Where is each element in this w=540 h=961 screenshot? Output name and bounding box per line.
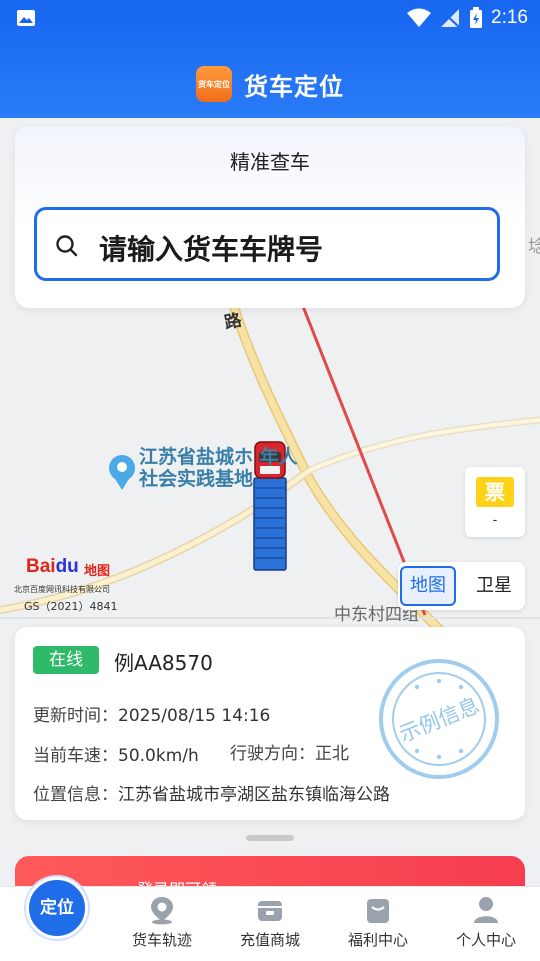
nav-label-track: 货车轨迹 bbox=[131, 931, 192, 949]
ticket-value: - bbox=[492, 513, 498, 528]
app-title-row: 货车定位 货车定位 bbox=[0, 62, 540, 106]
baidu-map-logo: Baidu 地图 北京百度网讯科技有限公司 GS（2021）4841 bbox=[14, 548, 134, 614]
baidu-brand-du: du bbox=[55, 556, 79, 577]
user-icon bbox=[474, 897, 498, 923]
status-right: 2:16 bbox=[407, 6, 528, 30]
search-placeholder: 请输入货车车牌号 bbox=[99, 233, 324, 266]
nav-label-shop: 充值商城 bbox=[239, 931, 300, 949]
ticket-icon: 票 bbox=[476, 477, 514, 507]
battery-icon bbox=[470, 7, 483, 28]
layer-satellite-button[interactable]: 卫星 bbox=[466, 566, 522, 606]
map-poi-line1: 江苏省盐城ホ 年人 bbox=[139, 446, 298, 468]
nav-label-welfare: 福利中心 bbox=[347, 931, 408, 949]
direction-label: 行驶方向： bbox=[230, 744, 315, 764]
location-label: 位置信息： bbox=[33, 785, 118, 805]
speed-row: 当前车速：50.0km/h bbox=[33, 741, 199, 766]
map-poi-label[interactable]: 江苏省盐城ホ 年人 社会实践基地 bbox=[139, 446, 298, 490]
search-icon bbox=[56, 235, 78, 257]
status-bar: 2:16 bbox=[0, 0, 540, 36]
nav-item-shop[interactable]: 充值商城 bbox=[216, 887, 324, 961]
speed-label: 当前车速： bbox=[33, 746, 118, 766]
vehicle-plate: 例AA8570 bbox=[114, 651, 213, 675]
speed-value: 50.0km/h bbox=[118, 746, 199, 766]
nav-item-welfare[interactable]: 福利中心 bbox=[324, 887, 432, 961]
wifi-icon bbox=[407, 8, 432, 27]
baidu-brand: Baidu bbox=[26, 556, 79, 578]
no-signal-icon bbox=[440, 9, 460, 28]
status-time: 2:16 bbox=[491, 7, 528, 28]
layer-map-button[interactable]: 地图 bbox=[400, 566, 456, 606]
update-time-label: 更新时间： bbox=[33, 706, 118, 726]
direction-row: 行驶方向：正北 bbox=[230, 739, 349, 764]
sheet-drag-handle[interactable] bbox=[246, 835, 294, 841]
update-time-row: 更新时间：2025/08/15 14:16 bbox=[33, 701, 270, 726]
nav-item-locate[interactable]: 定位 bbox=[0, 877, 108, 961]
shop-icon bbox=[258, 901, 282, 921]
stamp-text: 示例信息 bbox=[396, 693, 483, 747]
baidu-gs: GS（2021）4841 bbox=[24, 600, 118, 613]
baidu-company: 北京百度网讯科技有限公司 bbox=[14, 585, 110, 594]
nav-item-track[interactable]: 货车轨迹 bbox=[108, 887, 216, 961]
vehicle-info-card[interactable]: 在线 例AA8570 更新时间：2025/08/15 14:16 当前车速：50… bbox=[15, 627, 525, 820]
online-status-badge: 在线 bbox=[33, 646, 99, 674]
baidu-brand-bai: Bai bbox=[26, 556, 56, 577]
track-icon bbox=[151, 897, 173, 925]
app-logo: 货车定位 bbox=[196, 66, 232, 102]
nav-label-profile: 个人中心 bbox=[455, 931, 516, 949]
bottom-nav: 定位 货车轨迹 充值商城 福利中心 个人中心 bbox=[0, 877, 540, 961]
location-value: 江苏省盐城市亭湖区盐东镇临海公路 bbox=[118, 785, 390, 805]
map-poi-line2: 社会实践基地 bbox=[139, 468, 254, 490]
locate-button[interactable]: 定位 bbox=[26, 877, 88, 939]
plate-search-input[interactable]: 请输入货车车牌号 bbox=[34, 207, 500, 281]
search-card-title: 精准查车 bbox=[230, 150, 310, 174]
sample-stamp: 示例信息 bbox=[379, 659, 499, 779]
update-time-value: 2025/08/15 14:16 bbox=[118, 706, 271, 726]
nav-item-profile[interactable]: 个人中心 bbox=[432, 887, 540, 961]
direction-value: 正北 bbox=[315, 744, 349, 764]
app-title: 货车定位 bbox=[244, 72, 344, 101]
map-layer-toggle: 地图 卫星 bbox=[398, 562, 525, 610]
gift-icon bbox=[367, 899, 389, 923]
location-row: 位置信息：江苏省盐城市亭湖区盐东镇临海公路 bbox=[33, 780, 390, 805]
map-edge-label: 埝 bbox=[528, 237, 540, 257]
gallery-icon bbox=[17, 10, 35, 26]
search-card: 精准查车 请输入货车车牌号 bbox=[15, 126, 525, 308]
ticket-widget[interactable]: 票 - bbox=[465, 467, 525, 537]
app-header: 2:16 货车定位 货车定位 bbox=[0, 0, 540, 118]
baidu-ditu: 地图 bbox=[84, 564, 111, 579]
